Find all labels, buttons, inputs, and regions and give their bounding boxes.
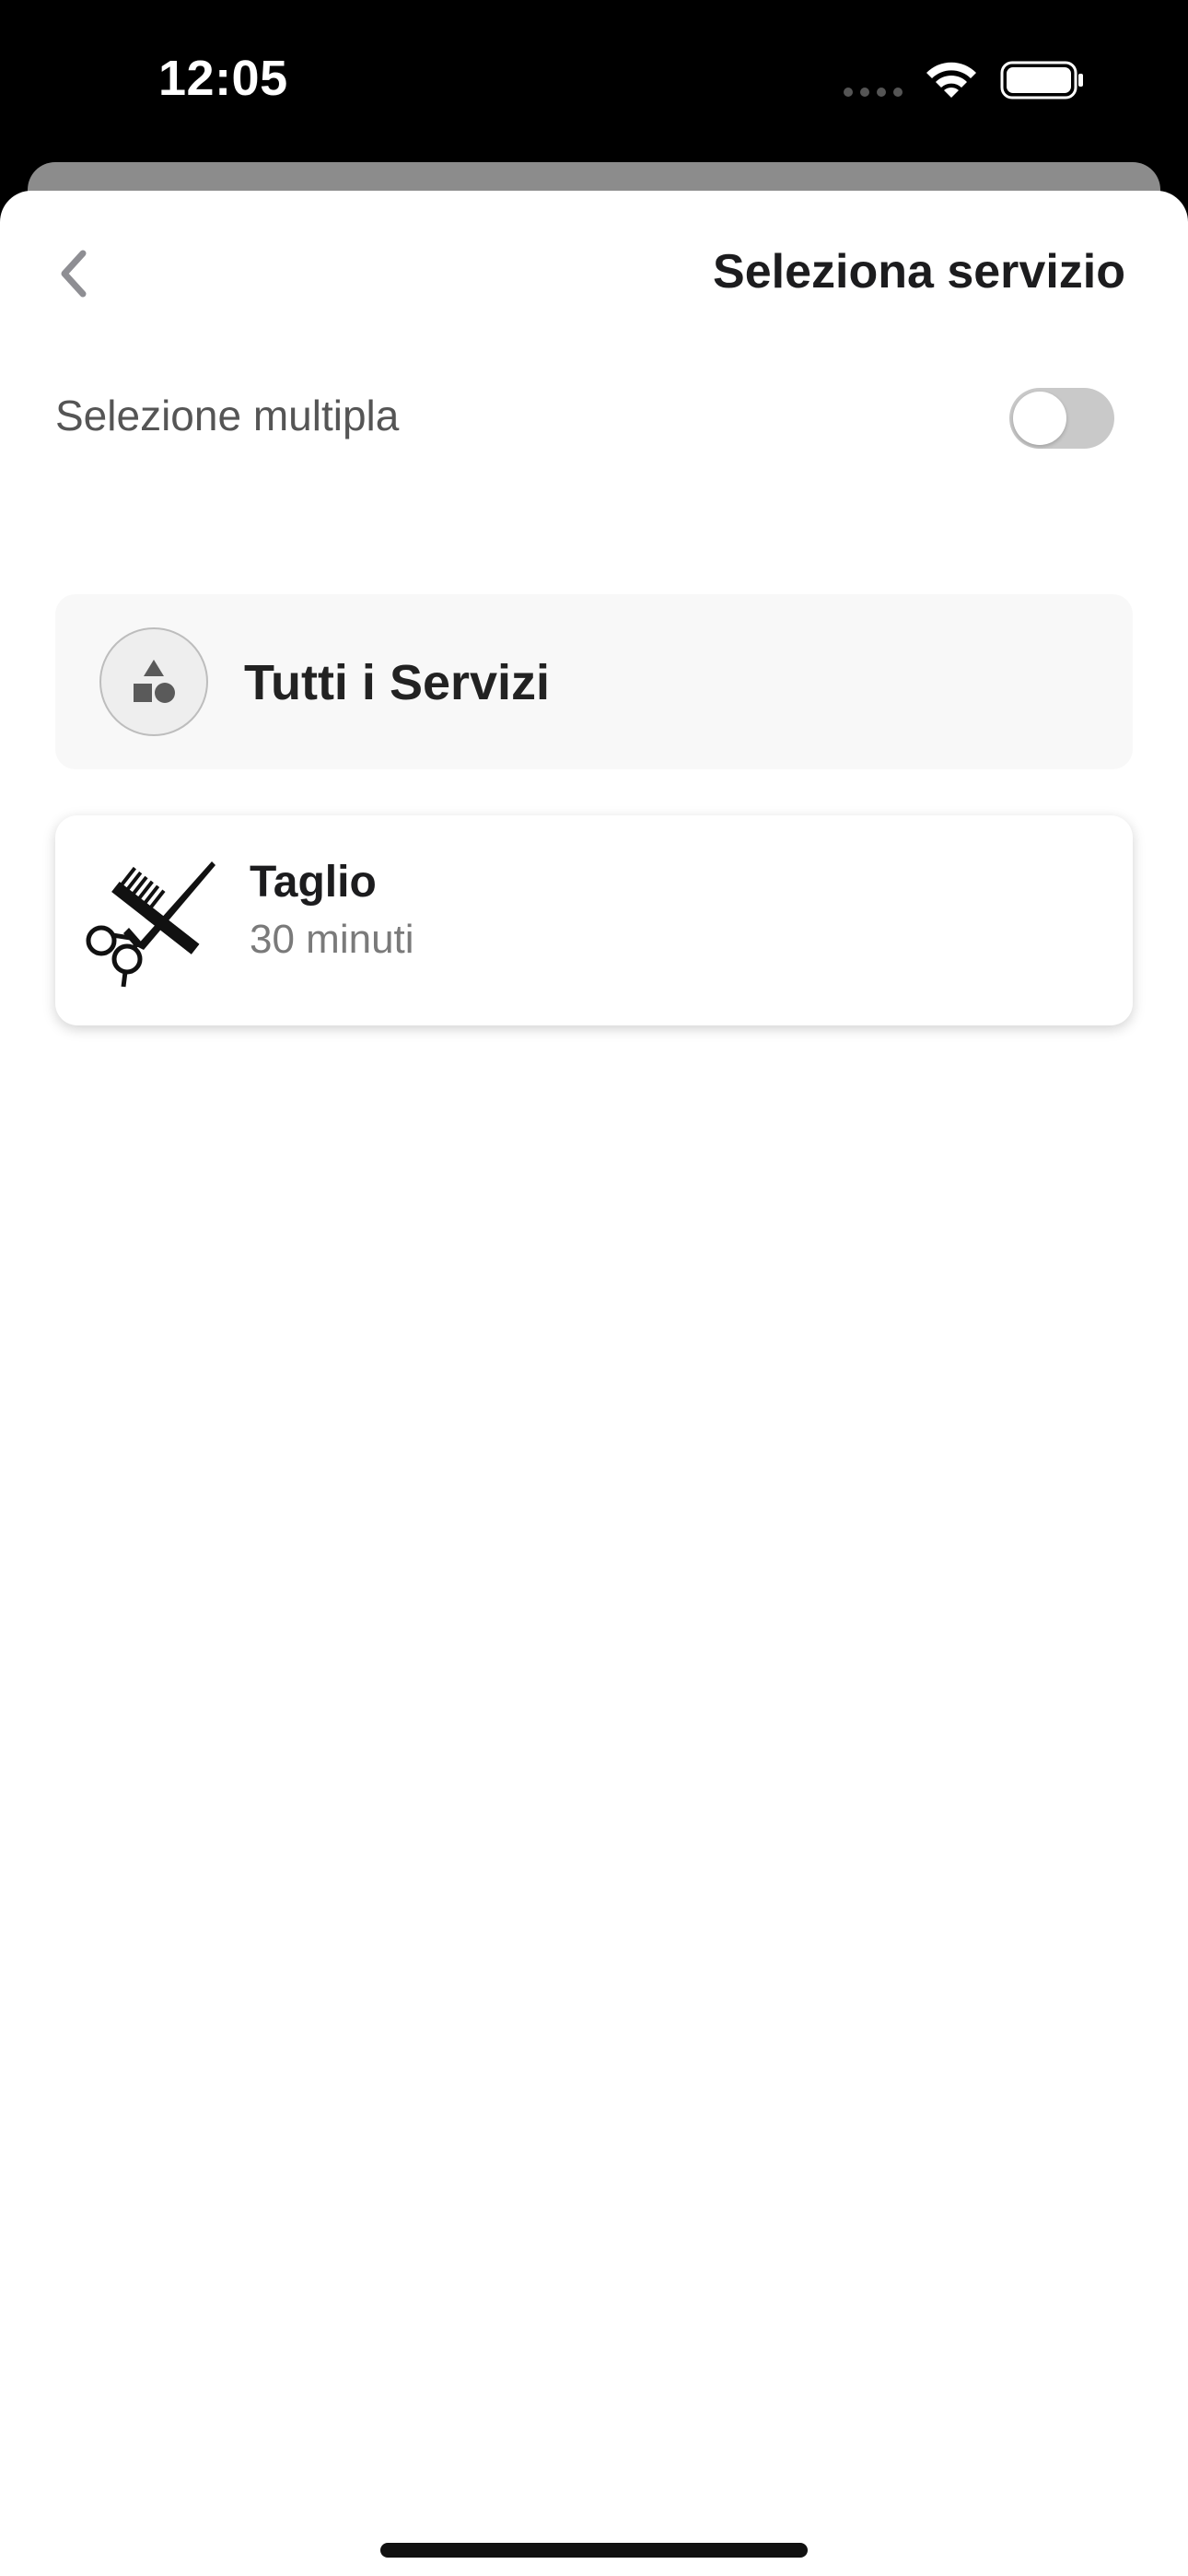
all-services-item[interactable]: Tutti i Servizi (55, 594, 1133, 769)
status-time: 12:05 (158, 51, 288, 106)
service-selection-sheet: Seleziona servizio Selezione multipla Tu… (0, 191, 1188, 2576)
wifi-icon (926, 62, 976, 98)
comb-scissors-icon (86, 861, 215, 988)
all-services-label: Tutti i Servizi (244, 655, 551, 710)
service-item-taglio[interactable]: Taglio 30 minuti (55, 815, 1133, 1025)
page-title: Seleziona servizio (713, 245, 1125, 299)
multi-select-toggle[interactable] (1009, 388, 1114, 449)
service-name: Taglio (250, 858, 377, 907)
home-indicator[interactable] (380, 2543, 808, 2558)
toggle-knob (1013, 392, 1066, 445)
shapes-icon (99, 627, 208, 736)
status-bar: 12:05 (0, 0, 1188, 166)
screen: 12:05 Seleziona servizio Selezione multi… (0, 0, 1188, 2576)
multi-select-label: Selezione multipla (55, 392, 400, 439)
back-button[interactable] (46, 237, 101, 310)
service-duration: 30 minuti (250, 917, 414, 962)
chevron-left-icon (61, 250, 87, 298)
battery-icon (1000, 61, 1083, 100)
signal-dots-icon (844, 88, 903, 97)
